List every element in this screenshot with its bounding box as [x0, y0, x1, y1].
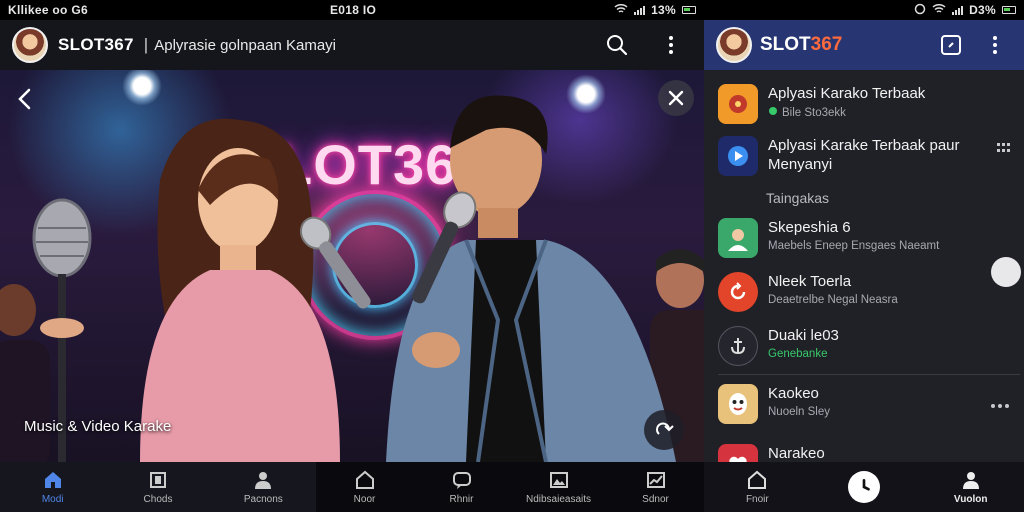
title-separator: |: [143, 35, 149, 54]
bottom-navigation: Modi Chods Pacnons Noor Rhnir Ndibsaieas…: [0, 462, 704, 512]
music-app-icon: [718, 84, 758, 124]
edit-icon[interactable]: [938, 32, 964, 58]
square-icon: [149, 471, 166, 488]
list-item[interactable]: Aplyasi Karako Terbaak Bile Sto3ekk: [704, 84, 1024, 124]
item-title: Aplyasi Karako Terbaak: [768, 85, 926, 102]
wifi-icon: [614, 3, 628, 17]
nav-item-profile[interactable]: Vuolon: [917, 462, 1024, 512]
item-subtitle-text: Bile Sto3ekk: [782, 106, 846, 119]
back-arrow-icon[interactable]: [10, 84, 40, 114]
item-title: Skepeshia 6: [768, 219, 851, 236]
nav-item-sdnor[interactable]: Sdnor: [607, 462, 704, 512]
nav-item-clock[interactable]: [811, 462, 918, 512]
status-left-text: Kllikee oo G6: [8, 3, 88, 17]
item-title: Nleek Toerla: [768, 273, 852, 290]
status-bar: Kllikee oo G6 E018 IO 13%: [0, 0, 704, 20]
woman-microphone: [299, 216, 371, 309]
item-title: Kaokeo: [768, 385, 819, 402]
mask-app-icon: [718, 384, 758, 424]
brand-name: SLOT367: [58, 35, 134, 54]
list-item[interactable]: Aplyasi Karake Terbaak paur Menyanyi: [704, 136, 1024, 176]
item-subtitle: Genebanke: [768, 348, 828, 360]
video-caption: Music & Video Karake: [24, 418, 172, 435]
floating-handle[interactable]: [991, 257, 1021, 287]
item-subtitle: Nuoeln Sley: [768, 406, 831, 418]
item-subtitle: Maebels Eneep Ensgaes Naeamt: [768, 240, 940, 252]
item-subtitle: Deaetrelbe Negal Neasra: [768, 294, 898, 306]
nav-item-chods[interactable]: Chods: [105, 462, 210, 512]
nav-item-noor[interactable]: Noor: [316, 462, 413, 512]
refresh-app-icon: [718, 272, 758, 312]
nav-item-home[interactable]: Modi: [0, 462, 105, 512]
chart-icon: [646, 471, 665, 488]
battery-percent: D3%: [969, 3, 996, 17]
nav-label: Sdnor: [642, 493, 669, 505]
wifi-icon: [932, 3, 946, 17]
home-outline-icon: [748, 470, 767, 489]
app-logo-avatar[interactable]: [716, 27, 752, 63]
signal-icon: [952, 5, 964, 15]
main-screen: Kllikee oo G6 E018 IO 13% SLOT367 | Aply…: [0, 0, 704, 512]
battery-percent: 13%: [651, 3, 676, 17]
nav-label: Ndibsaieasaits: [525, 493, 592, 505]
nav-label: Fnoir: [745, 493, 769, 505]
drag-grip-icon[interactable]: [996, 142, 1010, 161]
nav-label: Vuolon: [953, 493, 988, 505]
chat-icon: [452, 471, 471, 489]
play-app-icon: [718, 136, 758, 176]
side-app-bar: SLOT367: [704, 20, 1024, 70]
more-horiz-icon[interactable]: [990, 396, 1010, 414]
nav-item-pacnons[interactable]: Pacnons: [211, 462, 316, 512]
close-icon[interactable]: [658, 80, 694, 116]
signal-icon: [634, 5, 646, 15]
battery-icon: [682, 6, 696, 14]
spotlight-left: [122, 70, 162, 106]
divider: [718, 374, 1020, 375]
brand-name: SLOT367: [760, 34, 842, 56]
battery-icon: [1002, 6, 1016, 14]
karaoke-image: LOT36 Music & Video Karake: [0, 70, 704, 462]
home-outline-icon: [355, 470, 374, 489]
section-header: Taingakas: [766, 190, 830, 206]
list-item[interactable]: Kaokeo Nuoeln Sley: [704, 384, 1024, 424]
more-vert-icon[interactable]: [658, 32, 684, 58]
nav-label: Pacnons: [243, 493, 283, 505]
item-title: Duaki le03: [768, 327, 839, 344]
list-item[interactable]: Nleek Toerla Deaetrelbe Negal Neasra: [704, 272, 1024, 312]
person-icon: [255, 471, 272, 489]
clock-icon: [848, 471, 880, 503]
anchor-app-icon: [718, 326, 758, 366]
nav-label: Modi: [41, 493, 64, 505]
avatar-app-icon: [718, 218, 758, 258]
status-clock: E018 IO: [330, 3, 377, 17]
badge-icon: [768, 106, 778, 119]
side-screen: D3% SLOT367 Aplyasi Karako Terbaak Bile …: [704, 0, 1024, 512]
item-title: Aplyasi Karake Terbaak paur Menyanyi: [768, 137, 960, 173]
app-logo-avatar[interactable]: [12, 27, 48, 63]
nav-label: Chods: [143, 493, 173, 505]
gallery-icon: [549, 471, 568, 488]
brand-accent: 367: [810, 34, 843, 55]
nav-item-gallery[interactable]: Ndibsaieasaits: [510, 462, 607, 512]
brand-main: SLOT: [760, 34, 811, 55]
item-subtitle: Bile Sto3ekk: [768, 106, 925, 119]
nav-item-home[interactable]: Fnoir: [704, 462, 811, 512]
person-icon: [962, 471, 979, 489]
search-icon[interactable]: [604, 32, 630, 58]
rotate-share-icon[interactable]: [644, 410, 684, 450]
page-subtitle: Aplyrasie golnpaan Kamayi: [154, 36, 336, 54]
status-bar-right: D3%: [704, 0, 1024, 20]
more-vert-icon[interactable]: [982, 32, 1008, 58]
side-bottom-navigation: Fnoir Vuolon: [704, 462, 1024, 512]
nav-label: Rhnir: [449, 493, 474, 505]
list-item[interactable]: Duaki le03 Genebanke: [704, 326, 1024, 366]
nav-item-rhnir[interactable]: Rhnir: [413, 462, 510, 512]
nav-label: Noor: [353, 493, 376, 505]
item-title: Narakeo: [768, 445, 825, 462]
list-item[interactable]: Skepeshia 6 Maebels Eneep Ensgaes Naeamt: [704, 218, 1024, 258]
home-icon: [44, 471, 61, 488]
app-bar: SLOT367 | Aplyrasie golnpaan Kamayi: [0, 20, 704, 70]
man-microphone: [412, 191, 477, 304]
alarm-icon: [914, 3, 926, 18]
